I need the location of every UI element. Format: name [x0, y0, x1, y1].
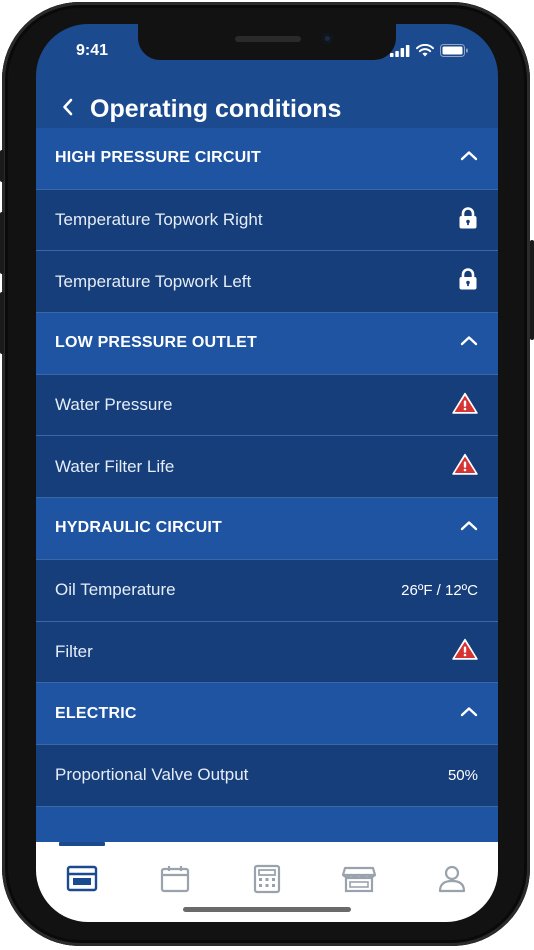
- section-title: HYDRAULIC CIRCUIT: [55, 519, 222, 537]
- section-header-hydraulic-circuit[interactable]: HYDRAULIC CIRCUIT: [36, 498, 498, 560]
- section-header-high-pressure-circuit[interactable]: HIGH PRESSURE CIRCUIT: [36, 128, 498, 190]
- notch: [138, 24, 396, 60]
- side-button-power: [530, 240, 534, 340]
- item-label: Temperature Topwork Left: [55, 271, 252, 291]
- item-value: 50%: [447, 766, 478, 784]
- status-icons: [390, 43, 468, 62]
- section-title: ELECTRIC: [55, 704, 137, 722]
- list-item-water-pressure[interactable]: Water Pressure: [36, 374, 498, 437]
- list-item-filter[interactable]: Filter: [36, 621, 498, 684]
- warning-icon: [452, 638, 478, 665]
- chevron-up-icon: [460, 149, 478, 167]
- item-label: Proportional Valve Output: [55, 765, 249, 785]
- item-label: Water Pressure: [55, 395, 173, 415]
- wifi-icon: [416, 43, 434, 62]
- item-label: Oil Temperature: [55, 580, 176, 600]
- lock-icon: [458, 268, 478, 295]
- home-indicator: [183, 907, 351, 912]
- item-label: Filter: [55, 641, 93, 661]
- side-button-volume-up: [0, 212, 4, 274]
- item-label: Water Filter Life: [55, 456, 175, 476]
- warning-icon: [452, 453, 478, 480]
- lock-icon: [458, 206, 478, 234]
- chevron-up-icon: [460, 705, 478, 723]
- profile-icon: [436, 864, 468, 904]
- tab-store[interactable]: [334, 864, 384, 904]
- section-header-electric[interactable]: ELECTRIC: [36, 683, 498, 745]
- section-title: HIGH PRESSURE CIRCUIT: [55, 149, 261, 167]
- tab-calendar[interactable]: [150, 864, 200, 904]
- active-tab-indicator: [59, 842, 106, 846]
- dashboard-icon: [66, 864, 98, 904]
- item-value: 26ºF / 12ºC: [401, 581, 478, 599]
- list-item-temperature-topwork-left[interactable]: Temperature Topwork Left: [36, 251, 498, 314]
- list-item-temperature-topwork-right[interactable]: Temperature Topwork Right: [36, 189, 498, 252]
- front-camera: [322, 33, 333, 44]
- tab-profile[interactable]: [427, 864, 477, 904]
- speaker-grille: [235, 36, 301, 42]
- section-title: LOW PRESSURE OUTLET: [55, 334, 258, 352]
- back-button[interactable]: [48, 89, 88, 129]
- conditions-list: HIGH PRESSURE CIRCUIT Temperature Topwor…: [36, 128, 498, 869]
- app-screen: 9:41 Operating conditions HIGH PRESSURE …: [36, 24, 498, 922]
- side-button-silent: [0, 150, 4, 182]
- list-item-oil-temperature[interactable]: Oil Temperature 26ºF / 12ºC: [36, 559, 498, 622]
- battery-icon: [440, 44, 468, 62]
- warning-icon: [452, 392, 478, 419]
- chevron-up-icon: [460, 334, 478, 352]
- side-button-volume-down: [0, 292, 4, 354]
- chevron-left-icon: [62, 97, 74, 122]
- tab-dashboard[interactable]: [57, 842, 107, 904]
- list-item-water-filter-life[interactable]: Water Filter Life: [36, 436, 498, 499]
- chevron-up-icon: [460, 519, 478, 537]
- calendar-icon: [159, 864, 191, 904]
- page-title: Operating conditions: [90, 94, 342, 123]
- section-header-low-pressure-outlet[interactable]: LOW PRESSURE OUTLET: [36, 313, 498, 375]
- store-icon: [341, 864, 377, 904]
- status-time: 9:41: [76, 42, 109, 59]
- item-label: Temperature Topwork Right: [55, 210, 263, 230]
- calculator-icon: [251, 864, 283, 904]
- list-item-proportional-valve-output[interactable]: Proportional Valve Output 50%: [36, 744, 498, 807]
- tab-calculator[interactable]: [242, 864, 292, 904]
